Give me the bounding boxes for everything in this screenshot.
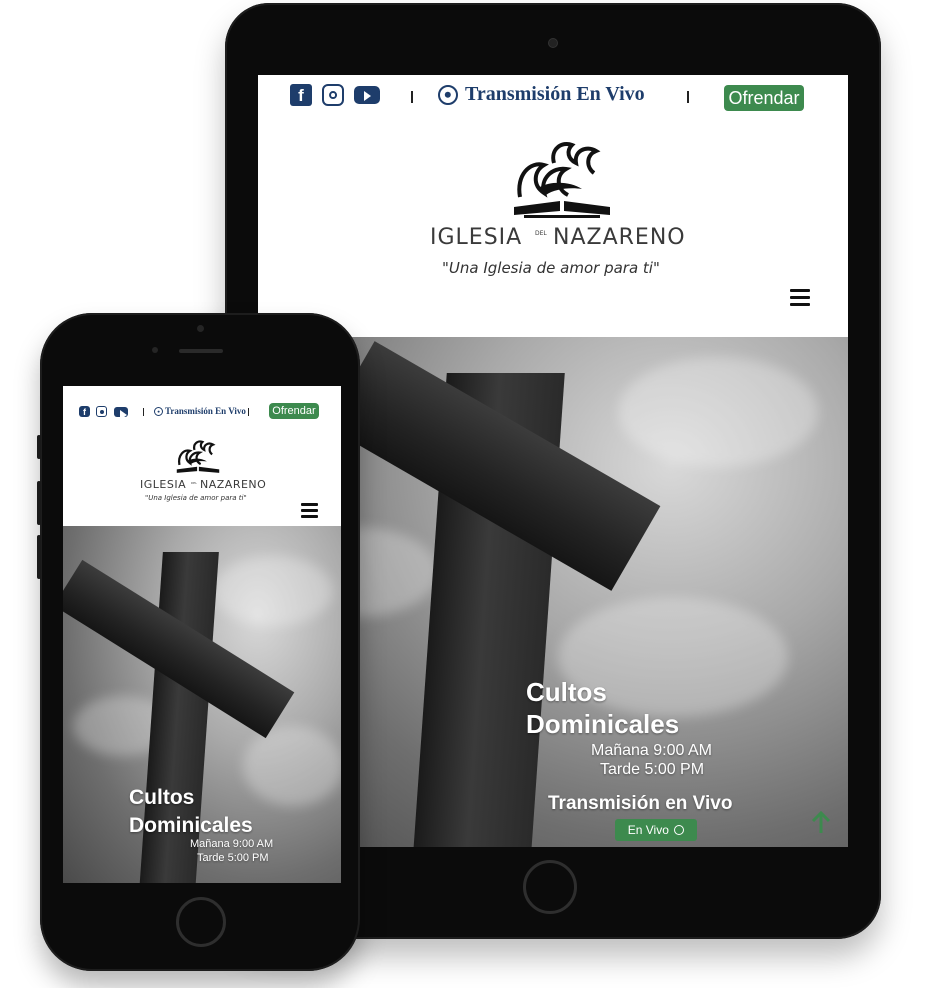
- en-vivo-button[interactable]: En Vivo: [615, 819, 697, 841]
- hero-title-line1: Cultos: [129, 786, 195, 809]
- separator: [411, 91, 413, 103]
- phone-volume-down: [37, 535, 41, 579]
- play-circle-icon: [674, 825, 685, 835]
- hero-banner: Cultos Dominicales Mañana 9:00 AM Tarde …: [63, 526, 341, 883]
- hero-live-heading: Transmisión en Vivo: [548, 793, 733, 814]
- phone-device: f Transmisión En Vivo Ofrendar IGLESIA D…: [37, 313, 360, 971]
- tablet-home-button[interactable]: [523, 860, 577, 914]
- en-vivo-label: En Vivo: [627, 823, 669, 837]
- phone-home-button[interactable]: [176, 897, 226, 947]
- hamburger-menu-icon[interactable]: [790, 289, 810, 306]
- live-broadcast-icon[interactable]: [154, 407, 163, 416]
- live-broadcast-icon[interactable]: [438, 85, 458, 105]
- phone-screen: f Transmisión En Vivo Ofrendar IGLESIA D…: [63, 386, 341, 883]
- hero-title-line2: Dominicales: [129, 814, 253, 837]
- phone-sensor: [152, 347, 158, 353]
- church-logo-flame-icon: [514, 142, 610, 218]
- logo-name-left: IGLESIA: [140, 478, 187, 491]
- phone-mute-switch: [37, 435, 41, 459]
- ofrendar-button[interactable]: Ofrendar: [269, 403, 319, 419]
- phone-camera: [197, 325, 204, 332]
- logo-name-right: NAZARENO: [200, 478, 267, 491]
- youtube-icon[interactable]: [114, 407, 128, 420]
- separator: [248, 408, 249, 416]
- facebook-icon[interactable]: f: [79, 406, 90, 417]
- separator: [687, 91, 689, 103]
- live-broadcast-link[interactable]: Transmisión En Vivo: [165, 406, 246, 416]
- facebook-icon[interactable]: f: [290, 84, 312, 106]
- morning-service-time: Mañana 9:00 AM: [190, 838, 274, 850]
- youtube-icon[interactable]: [354, 86, 380, 104]
- evening-service-time: Tarde 5:00 PM: [197, 852, 269, 864]
- live-broadcast-link[interactable]: Transmisión En Vivo: [465, 83, 645, 106]
- hamburger-menu-icon[interactable]: [301, 503, 318, 518]
- hero-title-line2: Dominicales: [526, 709, 680, 739]
- logo-tagline: "Una Iglesia de amor para ti": [442, 259, 660, 277]
- church-logo-flame-icon: [176, 440, 220, 473]
- logo-name-small: DEL: [191, 481, 197, 485]
- morning-service-time: Mañana 9:00 AM: [591, 742, 712, 759]
- scroll-to-top-arrow-icon[interactable]: [810, 811, 832, 835]
- hero-title-line1: Cultos: [526, 677, 607, 707]
- tablet-camera: [549, 39, 557, 47]
- logo-tagline: "Una Iglesia de amor para ti": [145, 494, 247, 502]
- phone-speaker: [179, 349, 223, 353]
- instagram-icon[interactable]: [96, 406, 107, 417]
- separator: [143, 408, 144, 416]
- instagram-icon[interactable]: [322, 84, 344, 106]
- evening-service-time: Tarde 5:00 PM: [600, 761, 705, 778]
- ofrendar-button[interactable]: Ofrendar: [724, 85, 804, 111]
- phone-volume-up: [37, 481, 41, 525]
